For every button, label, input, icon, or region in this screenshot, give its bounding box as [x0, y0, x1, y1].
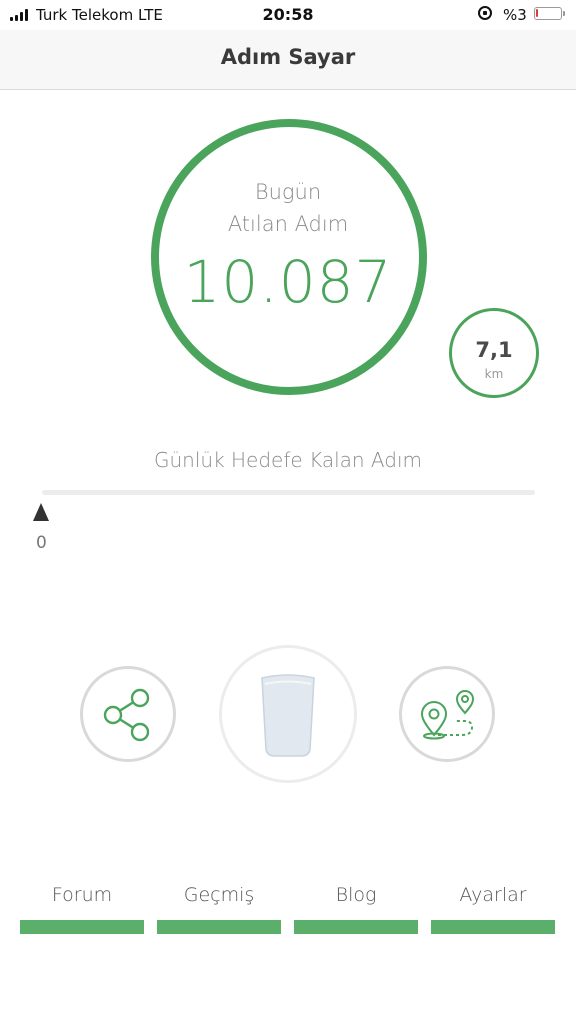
goal-label: Günlük Hedefe Kalan Adım [154, 448, 422, 472]
tab-settings-label: Ayarlar [459, 884, 527, 906]
tab-forum-bar [20, 920, 144, 934]
route-button[interactable] [399, 666, 495, 762]
battery-fill [536, 9, 538, 17]
tab-blog-bar [294, 920, 418, 934]
orientation-lock-icon [478, 6, 492, 20]
share-icon [103, 688, 150, 742]
today-label-line1: Bugün [254, 180, 322, 204]
share-button[interactable] [80, 666, 176, 762]
goal-remaining-value: 0 [36, 533, 47, 553]
tab-blog[interactable]: Blog [294, 884, 418, 934]
battery-icon [534, 7, 565, 20]
tab-forum-label: Forum [51, 884, 113, 906]
progress-marker-icon [33, 503, 49, 521]
navigation-bar: Adım Sayar [0, 30, 576, 90]
step-count: 10.087 [183, 248, 393, 316]
tab-settings[interactable]: Ayarlar [431, 884, 555, 934]
goal-progress-bar [42, 490, 535, 495]
tab-history[interactable]: Geçmiş [157, 884, 281, 934]
distance-value: 7,1 [475, 338, 513, 362]
today-label: Bugün Atılan Adım [0, 176, 576, 240]
water-button[interactable] [219, 645, 357, 783]
page-title: Adım Sayar [220, 45, 356, 69]
tab-history-label: Geçmiş [183, 884, 255, 906]
tab-forum[interactable]: Forum [20, 884, 144, 934]
status-bar: Turk Telekom LTE 20:58 %3 [0, 0, 576, 30]
today-label-line2: Atılan Adım [227, 212, 349, 236]
tab-history-bar [157, 920, 281, 934]
route-map-icon [420, 690, 475, 740]
tab-settings-bar [431, 920, 555, 934]
battery-percent: %3 [503, 6, 527, 24]
distance-unit: km [484, 367, 504, 381]
water-glass-icon [261, 674, 315, 757]
tab-blog-label: Blog [335, 884, 377, 906]
